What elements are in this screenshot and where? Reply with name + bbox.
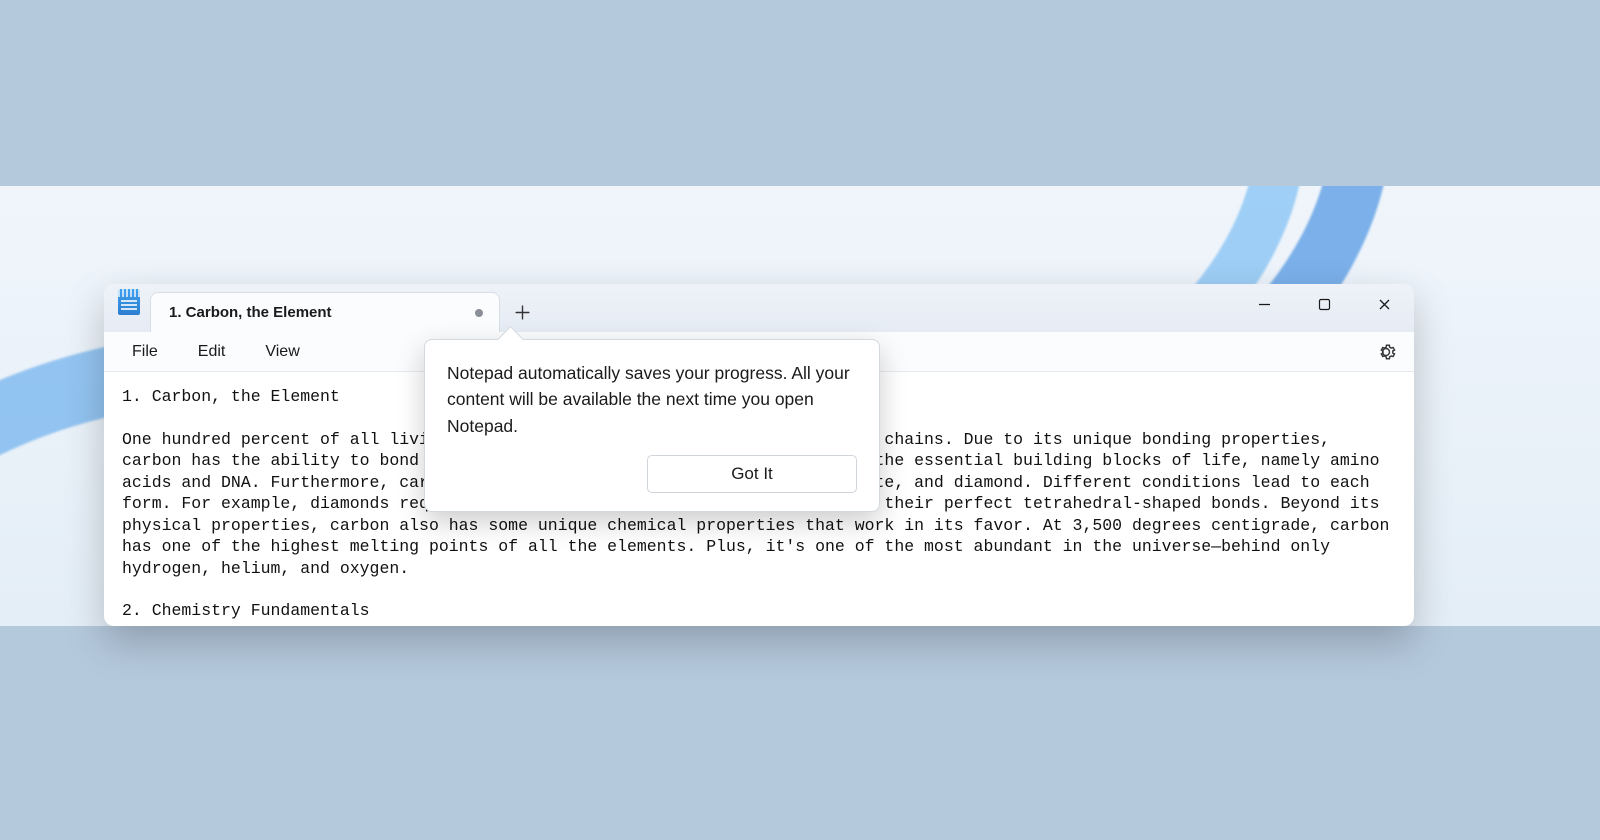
- plus-icon: [514, 304, 531, 321]
- maximize-icon: [1318, 298, 1331, 311]
- close-icon: [1378, 298, 1391, 311]
- menu-file[interactable]: File: [114, 337, 176, 367]
- document-tab[interactable]: 1. Carbon, the Element: [150, 292, 500, 332]
- close-button[interactable]: [1354, 284, 1414, 324]
- tooltip-text: Notepad automatically saves your progres…: [447, 360, 857, 439]
- unsaved-indicator-icon: [475, 309, 483, 317]
- minimize-button[interactable]: [1234, 284, 1294, 324]
- maximize-button[interactable]: [1294, 284, 1354, 324]
- notepad-app-icon: [118, 289, 140, 315]
- window-controls: [1234, 284, 1414, 324]
- settings-button[interactable]: [1372, 338, 1400, 366]
- autosave-tooltip: Notepad automatically saves your progres…: [424, 339, 880, 512]
- menu-edit[interactable]: Edit: [180, 337, 244, 367]
- got-it-button[interactable]: Got It: [647, 455, 857, 493]
- tab-title: 1. Carbon, the Element: [169, 304, 463, 321]
- new-tab-button[interactable]: [500, 292, 544, 332]
- minimize-icon: [1258, 298, 1271, 311]
- menu-view[interactable]: View: [247, 337, 317, 367]
- gear-icon: [1375, 341, 1397, 363]
- titlebar: 1. Carbon, the Element: [104, 284, 1414, 332]
